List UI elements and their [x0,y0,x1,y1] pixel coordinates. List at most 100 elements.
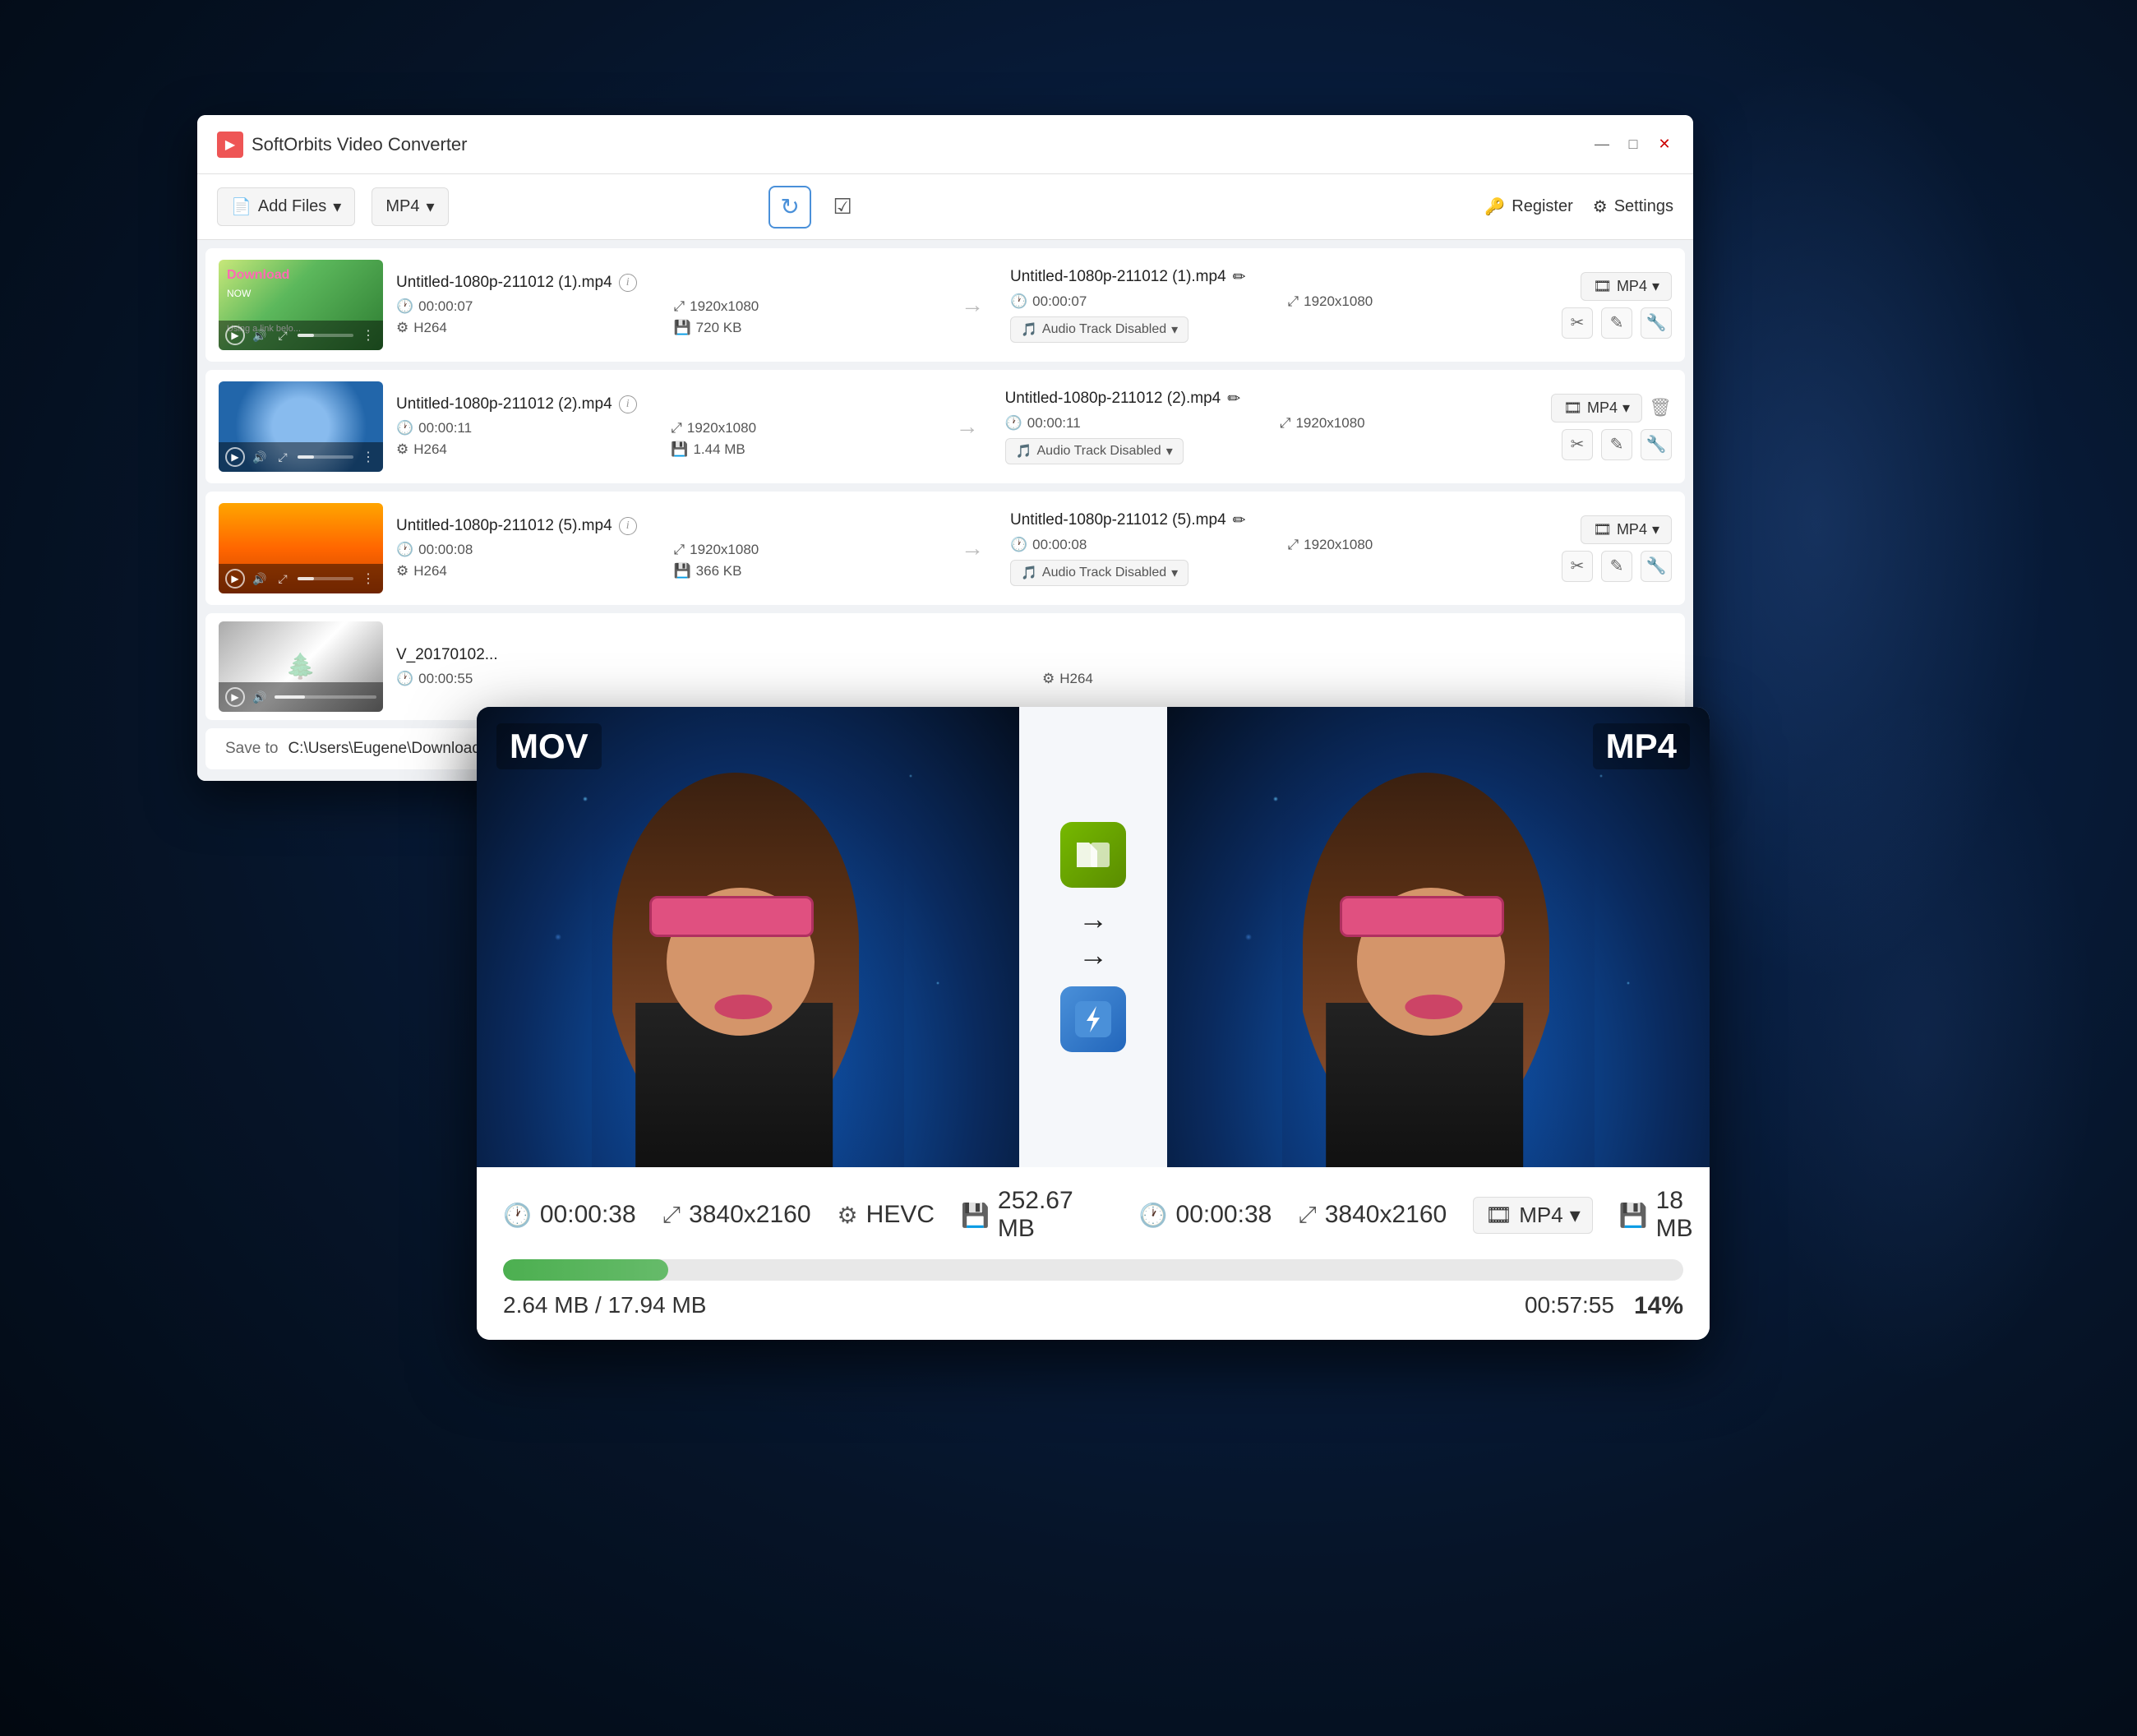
hdd-icon: 💾 [961,1202,990,1229]
table-row: ▶ 🔊 ⤢ ⋮ Untitled-1080p-211012 (2).mp4 i … [205,370,1685,483]
play-button[interactable]: ▶ [225,447,245,467]
play-button[interactable]: ▶ [225,569,245,589]
output-filename-2: Untitled-1080p-211012 (2).mp4 [1005,390,1221,408]
popup-right-duration: 00:00:38 [1176,1201,1272,1229]
tree-image: 🌲 [285,653,316,681]
out-clock-icon: 🕐 [1010,293,1027,310]
register-icon: 🔑 [1484,196,1505,217]
output-stats: 🕐 00:00:38 ⤢ 3840x2160 🎞 MP4 ▾ 💾 18 MB [1139,1187,1693,1243]
thumb-controls: ▶ 🔊 [219,682,383,712]
progress-bar-fill [503,1259,668,1281]
popup-bottom: 🕐 00:00:38 ⤢ 3840x2160 ⚙ HEVC 💾 252.67 M… [477,1167,1710,1340]
edit-button[interactable]: ✎ [1601,551,1632,582]
window-controls: — □ ✕ [1593,136,1673,154]
settings-button[interactable]: ⚙ Settings [1593,196,1673,217]
output-format-label: MP4 [1593,723,1690,769]
format-selector[interactable]: MP4 ▾ [372,187,448,226]
output-filename-1: Untitled-1080p-211012 (1).mp4 [1010,268,1226,286]
clock-icon: 🕐 [503,1202,532,1229]
popup-format-select[interactable]: 🎞 MP4 ▾ [1473,1197,1593,1234]
settings-button[interactable]: 🔧 [1641,307,1672,339]
add-files-button[interactable]: 📄 Add Files ▾ [217,187,355,226]
convert-arrow: → [961,535,984,561]
audio-track-badge[interactable]: 🎵 Audio Track Disabled ▾ [1010,560,1189,586]
out-duration-2: 00:00:11 [1027,415,1081,432]
film-icon: 🎞 [1485,1203,1512,1228]
output-actions: 🎞 MP4 ▾ ✂ ✎ 🔧 [1562,515,1672,582]
arrow-1: → [1078,904,1108,934]
popup-left-codec: HEVC [866,1201,935,1229]
app-icon: ▶ [217,132,243,158]
edit-button[interactable]: ✎ [1601,307,1632,339]
audio-track-badge[interactable]: 🎵 Audio Track Disabled ▾ [1005,438,1184,464]
out-duration-1: 00:00:07 [1032,293,1087,310]
app-window: ▶ SoftOrbits Video Converter — □ ✕ 📄 Add… [197,115,1693,781]
popup-right-size: 18 MB [1656,1187,1693,1243]
output-info: Untitled-1080p-211012 (2).mp4 ✏ 🕐 00:00:… [1005,390,1539,464]
more-icon[interactable]: ⋮ [360,449,376,465]
edit-icon[interactable]: ✏ [1227,390,1240,409]
gear-icon: ⚙ [838,1202,858,1229]
info-icon: i [619,517,637,535]
expand-icon: ⤢ [1298,1202,1316,1229]
codec-icon: ⚙ [396,563,408,579]
edit-icon[interactable]: ✏ [1233,511,1246,530]
audio-dropdown-arrow: ▾ [1171,321,1178,338]
codec-icon: ⚙ [396,441,408,458]
format-label: MP4 [385,197,419,216]
minimize-button[interactable]: — [1593,136,1611,154]
volume-icon: 🔊 [252,449,268,465]
table-row: ▶ 🔊 ⤢ ⋮ Untitled-1080p-211012 (5).mp4 i … [205,492,1685,605]
output-format-selector-2[interactable]: 🎞 MP4 ▾ [1551,394,1642,422]
more-icon[interactable]: ⋮ [360,327,376,344]
resolution-1: 1920x1080 [690,298,759,315]
arrow-col: → [943,413,992,440]
app-title: SoftOrbits Video Converter [252,134,1593,155]
out-res-icon: ⤢ [1288,293,1299,310]
save-to-path[interactable]: C:\Users\Eugene\Downloads [288,740,488,758]
size-icon: 💾 [674,563,691,579]
convert-arrow: → [956,413,979,440]
refresh-button[interactable]: ↻ [768,186,811,229]
popup-video-info: 🕐 00:00:38 ⤢ 3840x2160 ⚙ HEVC 💾 252.67 M… [503,1187,1683,1243]
more-icon[interactable]: ⋮ [360,570,376,587]
output-info: Untitled-1080p-211012 (1).mp4 ✏ 🕐 00:00:… [1010,268,1549,343]
hdd-icon: 💾 [1619,1202,1648,1229]
table-row: Download NOW Using a link belo... ▶ 🔊 ⤢ … [205,248,1685,362]
scissors-button[interactable]: ✂ [1562,551,1593,582]
check-button[interactable]: ☑ [824,189,861,225]
source-video-frame [477,707,1019,1167]
conversion-middle: → → [1019,707,1167,1167]
fullscreen-icon: ⤢ [275,327,291,344]
output-format-selector-1[interactable]: 🎞 MP4 ▾ [1581,272,1672,301]
scissors-button[interactable]: ✂ [1562,429,1593,460]
scissors-button[interactable]: ✂ [1562,307,1593,339]
popup-left-duration: 00:00:38 [540,1201,636,1229]
settings-button[interactable]: 🔧 [1641,551,1672,582]
close-button[interactable]: ✕ [1655,136,1673,154]
title-bar: ▶ SoftOrbits Video Converter — □ ✕ [197,115,1693,174]
add-files-icon: 📄 [231,196,252,217]
progress-bar-bg [503,1259,1683,1281]
audio-track-badge[interactable]: 🎵 Audio Track Disabled ▾ [1010,316,1189,343]
maximize-button[interactable]: □ [1624,136,1642,154]
add-files-label: Add Files [258,197,326,216]
play-button[interactable]: ▶ [225,326,245,345]
settings-button[interactable]: 🔧 [1641,429,1672,460]
play-button[interactable]: ▶ [225,687,245,707]
edit-button[interactable]: ✎ [1601,429,1632,460]
output-filename-3: Untitled-1080p-211012 (5).mp4 [1010,511,1226,529]
delete-button[interactable]: 🗑 [1649,397,1672,418]
clock-icon: 🕐 [396,420,413,436]
format-text-3: MP4 [1617,521,1647,538]
format-text-2: MP4 [1587,399,1618,417]
output-format-selector-3[interactable]: 🎞 MP4 ▾ [1581,515,1672,544]
volume-icon: 🔊 [252,689,268,705]
toolbar-center: ↻ ☑ [768,186,861,229]
register-button[interactable]: 🔑 Register [1484,196,1572,217]
out-resolution-2: 1920x1080 [1295,415,1364,432]
codec-2: H264 [413,441,447,458]
edit-icon[interactable]: ✏ [1233,268,1246,287]
out-resolution-3: 1920x1080 [1304,537,1373,553]
settings-icon: ⚙ [1593,196,1608,217]
